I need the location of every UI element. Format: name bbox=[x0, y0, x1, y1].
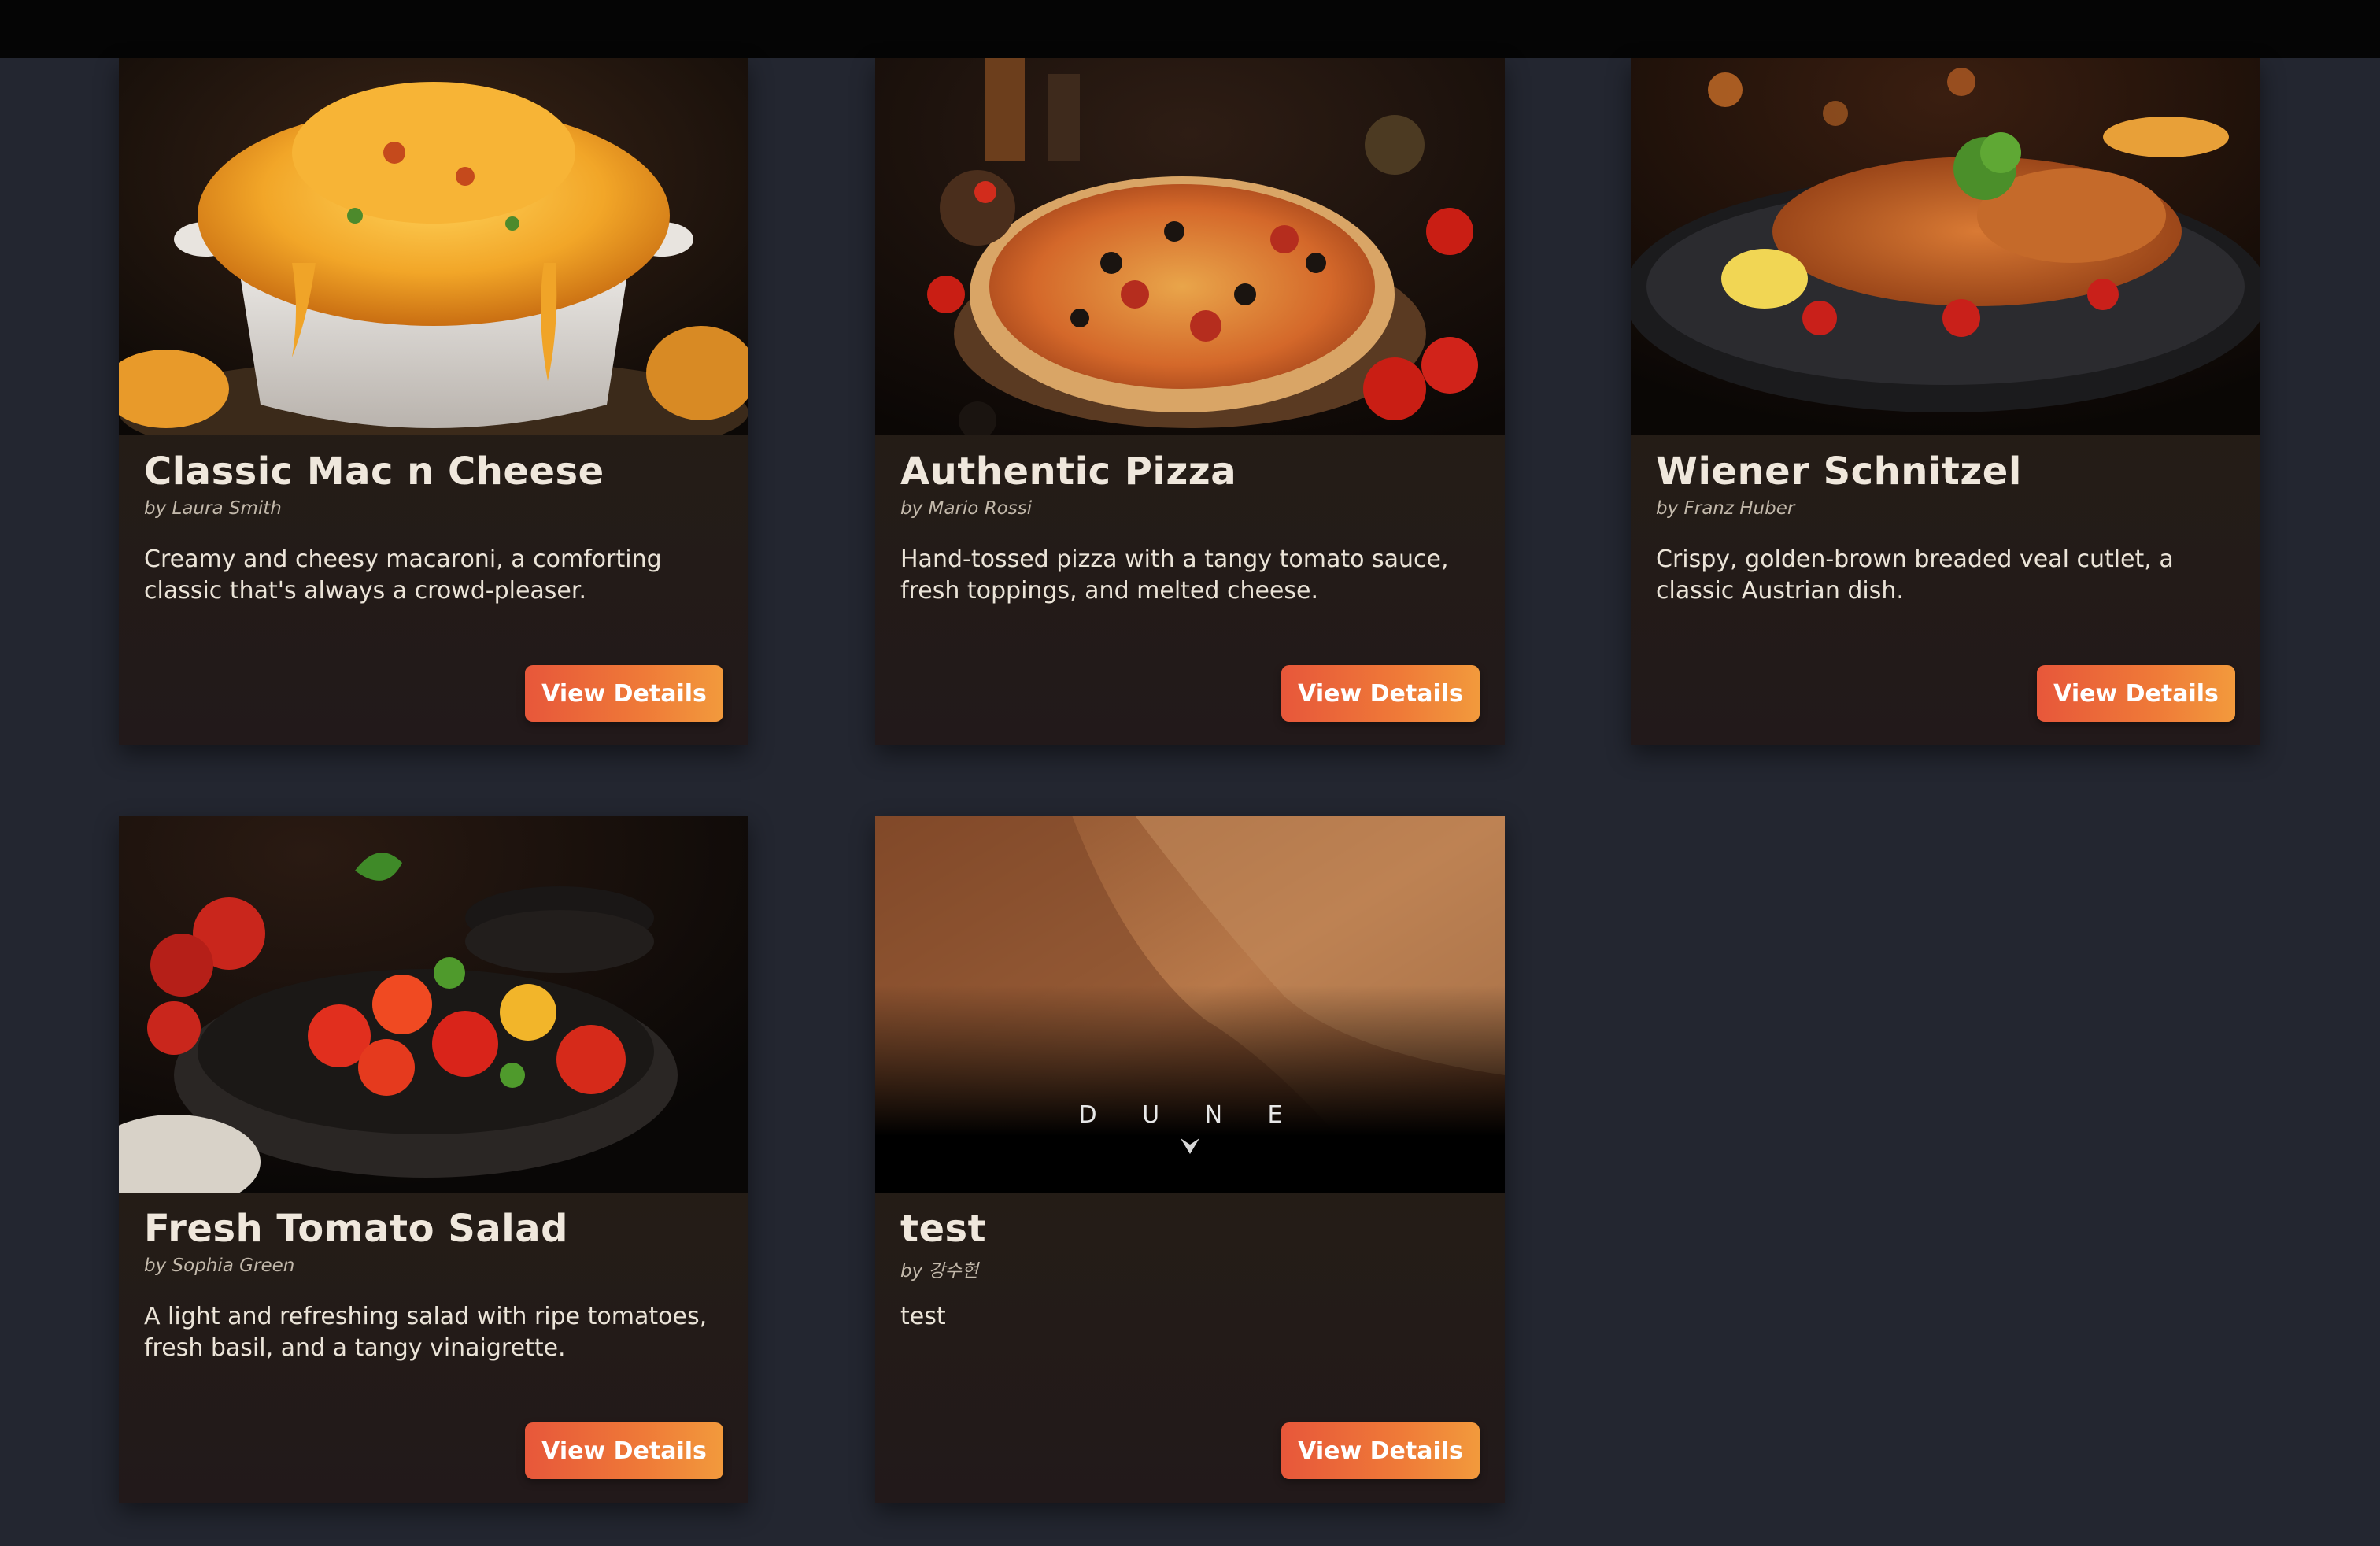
recipe-author: by Laura Smith bbox=[144, 498, 282, 519]
recipe-image-pizza bbox=[875, 58, 1505, 435]
recipe-author: by 강수현 bbox=[900, 1261, 979, 1282]
recipe-author: by Franz Huber bbox=[1656, 498, 1795, 519]
recipe-image-tomato-salad bbox=[119, 816, 748, 1193]
view-details-button[interactable]: View Details bbox=[525, 665, 723, 722]
recipe-image-dune-poster: D U N E bbox=[875, 816, 1505, 1193]
view-details-button[interactable]: View Details bbox=[1281, 665, 1480, 722]
recipe-card: Wiener Schnitzel by Franz Huber Crispy, … bbox=[1631, 58, 2260, 745]
view-details-button[interactable]: View Details bbox=[2037, 665, 2235, 722]
recipe-author: by Mario Rossi bbox=[900, 498, 1033, 519]
recipe-description: test bbox=[900, 1303, 946, 1330]
recipe-title: Wiener Schnitzel bbox=[1656, 449, 2022, 494]
recipe-title: test bbox=[900, 1207, 987, 1251]
recipe-title: Fresh Tomato Salad bbox=[144, 1207, 568, 1251]
recipe-description: Crispy, golden-brown breaded veal cutlet… bbox=[1656, 546, 2174, 605]
recipe-description: Hand-tossed pizza with a tangy tomato sa… bbox=[900, 546, 1449, 605]
recipe-image-mac-and-cheese bbox=[119, 58, 748, 435]
recipe-description: A light and refreshing salad with ripe t… bbox=[144, 1303, 708, 1362]
recipe-card: Authentic Pizza by Mario Rossi Hand-toss… bbox=[875, 58, 1505, 745]
view-details-button[interactable]: View Details bbox=[1281, 1422, 1480, 1479]
recipe-card: Classic Mac n Cheese by Laura Smith Crea… bbox=[119, 58, 748, 745]
recipe-grid: Classic Mac n Cheese by Laura Smith Crea… bbox=[0, 0, 2380, 1546]
dune-logo-text: D U N E bbox=[1078, 1101, 1301, 1129]
recipe-description: Creamy and cheesy macaroni, a comforting… bbox=[144, 546, 662, 605]
view-details-button[interactable]: View Details bbox=[525, 1422, 723, 1479]
recipe-card: D U N E test by 강수현 test View Details bbox=[875, 816, 1505, 1503]
recipe-image-schnitzel bbox=[1631, 58, 2260, 435]
recipe-title: Classic Mac n Cheese bbox=[144, 449, 604, 494]
recipe-author: by Sophia Green bbox=[144, 1256, 295, 1276]
recipe-card: Fresh Tomato Salad by Sophia Green A lig… bbox=[119, 816, 748, 1503]
recipe-title: Authentic Pizza bbox=[900, 449, 1237, 494]
